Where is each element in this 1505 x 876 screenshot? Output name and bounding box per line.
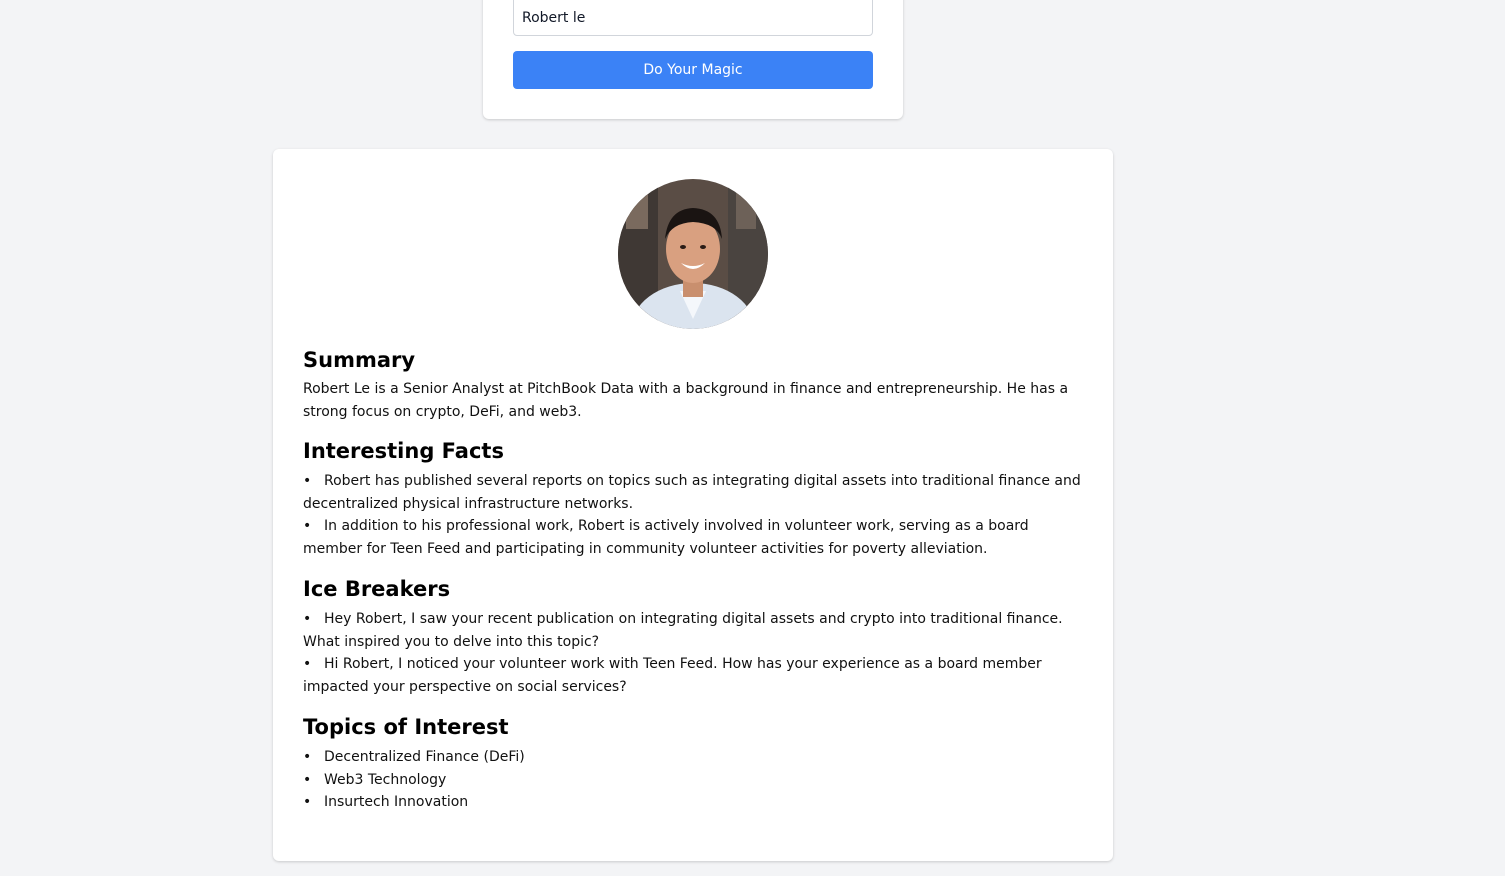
search-card: Do Your Magic	[483, 0, 903, 119]
result-card: Summary Robert Le is a Senior Analyst at…	[273, 149, 1113, 861]
do-your-magic-button[interactable]: Do Your Magic	[513, 51, 873, 89]
summary-heading: Summary	[303, 348, 416, 372]
interesting-facts-heading: Interesting Facts	[303, 439, 504, 463]
fact-text: In addition to his professional work, Ro…	[303, 518, 1029, 557]
list-item: • Insurtech Innovation	[303, 791, 1083, 814]
bullet-icon: •	[303, 749, 312, 765]
list-item: • Decentralized Finance (DeFi)	[303, 746, 1083, 769]
profile-avatar	[618, 179, 768, 329]
topic-text: Decentralized Finance (DeFi)	[324, 749, 525, 765]
name-input[interactable]	[513, 0, 873, 36]
fact-text: Robert has published several reports on …	[303, 473, 1081, 512]
ice-breaker-text: Hi Robert, I noticed your volunteer work…	[303, 656, 1042, 695]
bullet-icon: •	[303, 794, 312, 810]
person-portrait-icon	[618, 179, 768, 329]
list-item: • Web3 Technology	[303, 769, 1083, 792]
summary-text: Robert Le is a Senior Analyst at PitchBo…	[303, 381, 1069, 420]
topics-of-interest-heading: Topics of Interest	[303, 715, 509, 739]
ice-breaker-text: Hey Robert, I saw your recent publicatio…	[303, 611, 1063, 650]
bullet-icon: •	[303, 611, 312, 627]
list-item: • Hi Robert, I noticed your volunteer wor…	[303, 653, 1083, 698]
ice-breakers-list: • Hey Robert, I saw your recent publicati…	[303, 608, 1083, 698]
bullet-icon: •	[303, 656, 312, 672]
interesting-facts-list: • Robert has published several reports on…	[303, 470, 1083, 560]
topics-list: • Decentralized Finance (DeFi) • Web3 Tech…	[303, 746, 1083, 814]
bullet-icon: •	[303, 518, 312, 534]
list-item: • Hey Robert, I saw your recent publicati…	[303, 608, 1083, 653]
bullet-icon: •	[303, 473, 312, 489]
topic-text: Web3 Technology	[324, 771, 447, 788]
topic-text: Insurtech Innovation	[324, 794, 469, 810]
list-item: • Robert has published several reports on…	[303, 470, 1083, 515]
ice-breakers-heading: Ice Breakers	[303, 577, 451, 601]
list-item: • In addition to his professional work, R…	[303, 515, 1083, 560]
bullet-icon: •	[303, 771, 312, 788]
